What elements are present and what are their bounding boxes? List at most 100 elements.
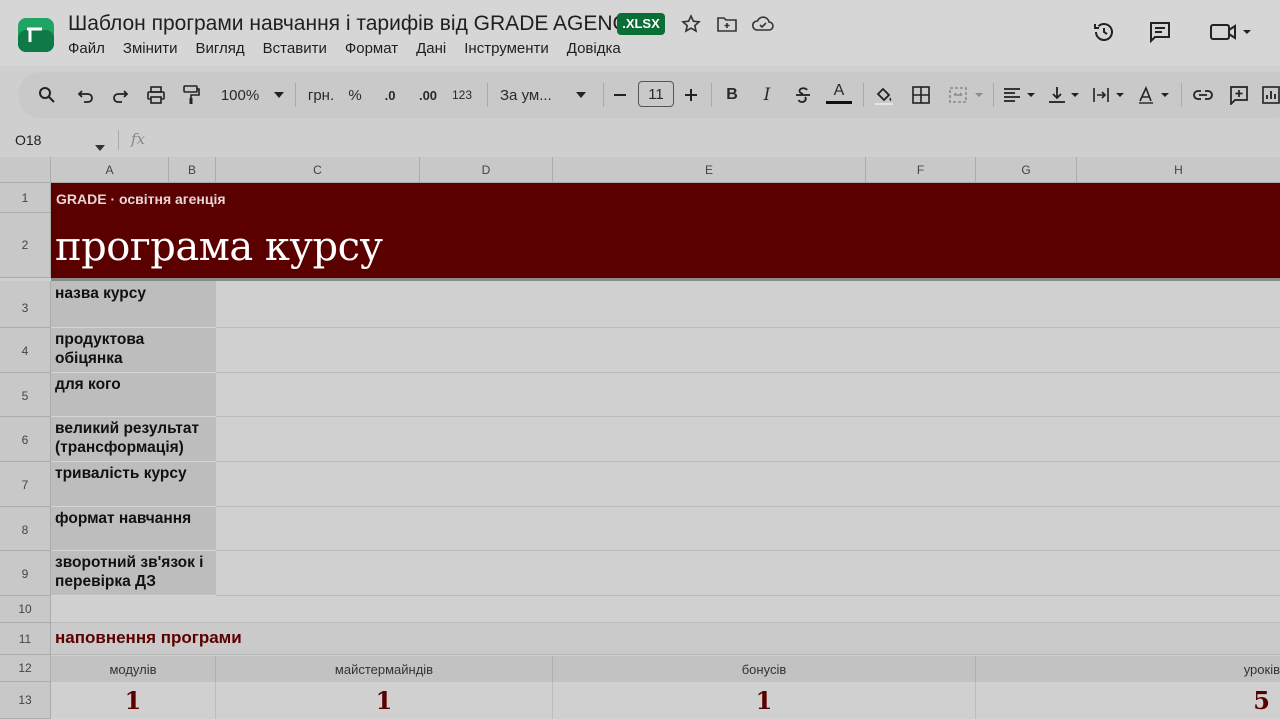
paint-format-icon[interactable]	[180, 84, 202, 106]
move-to-folder-icon[interactable]	[715, 12, 739, 36]
name-box-dropdown-icon[interactable]	[95, 138, 105, 156]
banner-subtitle: GRADE · освітня агенція	[56, 191, 226, 207]
menu-data[interactable]: Дані	[416, 40, 446, 57]
row-header-4[interactable]: 4	[0, 328, 51, 373]
text-color-button[interactable]: A	[826, 81, 852, 105]
row-header-10[interactable]: 10	[0, 596, 51, 623]
value-masterminds[interactable]: 1	[216, 682, 553, 719]
redo-icon[interactable]	[110, 84, 130, 106]
insert-link-icon[interactable]	[1192, 84, 1214, 106]
version-history-icon[interactable]	[1092, 20, 1116, 44]
row-header-8[interactable]: 8	[0, 507, 51, 551]
label-course-duration[interactable]: тривалість курсу	[51, 462, 216, 507]
label-course-name[interactable]: назва курсу	[51, 281, 216, 328]
formula-input[interactable]	[160, 128, 1270, 152]
row-header-13[interactable]: 13	[0, 682, 51, 719]
label-feedback-homework[interactable]: зворотний зв'язок і перевірка ДЗ	[51, 551, 216, 596]
value-course-name[interactable]	[216, 281, 1280, 328]
zoom-select[interactable]: 100%	[217, 84, 263, 106]
sheets-logo-icon[interactable]	[18, 18, 54, 52]
toolbar-divider	[603, 83, 604, 107]
menu-insert[interactable]: Вставити	[263, 40, 327, 57]
decrease-decimal-button[interactable]: .0	[378, 84, 402, 106]
search-menus-icon[interactable]	[36, 84, 58, 106]
select-all-corner[interactable]	[0, 157, 51, 183]
percent-format-button[interactable]: %	[346, 84, 364, 106]
zoom-dropdown-icon[interactable]	[272, 84, 286, 106]
row-header-3[interactable]: 3	[0, 281, 51, 328]
menu-tools[interactable]: Інструменти	[464, 40, 549, 57]
row-header-12[interactable]: 12	[0, 655, 51, 682]
insert-comment-icon[interactable]	[1228, 84, 1250, 106]
file-format-badge: .XLSX	[617, 13, 665, 35]
row-header-6[interactable]: 6	[0, 417, 51, 462]
row-header-2[interactable]: 2	[0, 213, 51, 278]
column-header-d[interactable]: D	[420, 157, 553, 183]
decrease-font-size-icon[interactable]	[612, 84, 628, 106]
bold-button[interactable]: B	[723, 84, 741, 106]
value-big-result[interactable]	[216, 417, 1280, 462]
column-header-g[interactable]: G	[976, 157, 1077, 183]
font-dropdown-icon[interactable]	[574, 84, 588, 106]
document-title[interactable]: Шаблон програми навчання і тарифів від G…	[68, 12, 642, 36]
label-learning-format[interactable]: формат навчання	[51, 507, 216, 551]
value-feedback-homework[interactable]	[216, 551, 1280, 596]
print-icon[interactable]	[145, 84, 167, 106]
empty-row[interactable]	[51, 596, 1280, 623]
row-header-9[interactable]: 9	[0, 551, 51, 596]
value-bonuses[interactable]: 1	[553, 682, 976, 719]
column-header-a[interactable]: A	[51, 157, 169, 183]
borders-icon[interactable]	[910, 84, 932, 106]
strikethrough-icon[interactable]	[792, 84, 814, 106]
label-target-audience[interactable]: для кого	[51, 373, 216, 417]
header-lessons[interactable]: уроків	[976, 656, 1280, 682]
cloud-status-icon[interactable]	[751, 12, 775, 36]
comments-icon[interactable]	[1148, 20, 1172, 44]
header-modules[interactable]: модулів	[51, 656, 216, 682]
column-header-h[interactable]: H	[1077, 157, 1280, 183]
star-icon[interactable]	[679, 12, 703, 36]
value-modules[interactable]: 1	[51, 682, 216, 719]
merge-cells-icon[interactable]	[946, 84, 986, 106]
vertical-align-icon[interactable]	[1046, 84, 1082, 106]
menu-file[interactable]: Файл	[68, 40, 105, 57]
text-color-label: A	[833, 82, 845, 99]
font-select[interactable]: За ум...	[500, 84, 562, 106]
value-lessons[interactable]: 5	[976, 682, 1280, 719]
value-course-duration[interactable]	[216, 462, 1280, 507]
menu-view[interactable]: Вигляд	[196, 40, 245, 57]
meet-icon[interactable]	[1208, 20, 1258, 44]
column-header-e[interactable]: E	[553, 157, 866, 183]
column-header-b[interactable]: B	[169, 157, 216, 183]
menu-edit[interactable]: Змінити	[123, 40, 178, 57]
row-header-1[interactable]: 1	[0, 183, 51, 213]
row-header-11[interactable]: 11	[0, 623, 51, 655]
value-product-promise[interactable]	[216, 328, 1280, 373]
header-bonuses[interactable]: бонусів	[553, 656, 976, 682]
fill-color-icon[interactable]	[873, 84, 895, 106]
column-header-f[interactable]: F	[866, 157, 976, 183]
insert-chart-icon[interactable]	[1262, 84, 1280, 106]
row-header-7[interactable]: 7	[0, 462, 51, 507]
toolbar-divider	[1181, 83, 1182, 107]
row-header-5[interactable]: 5	[0, 373, 51, 417]
increase-decimal-button[interactable]: .00	[414, 84, 442, 106]
column-header-c[interactable]: C	[216, 157, 420, 183]
menu-format[interactable]: Формат	[345, 40, 398, 57]
horizontal-align-icon[interactable]	[1002, 84, 1038, 106]
text-rotation-icon[interactable]	[1136, 84, 1172, 106]
label-big-result[interactable]: великий результат (трансформація)	[51, 417, 216, 462]
undo-icon[interactable]	[76, 84, 96, 106]
label-product-promise[interactable]: продуктова обіцянка	[51, 328, 216, 373]
value-target-audience[interactable]	[216, 373, 1280, 417]
menu-help[interactable]: Довідка	[567, 40, 621, 57]
more-formats-button[interactable]: 123	[450, 84, 474, 106]
name-box[interactable]: O18	[15, 132, 41, 148]
font-size-input[interactable]: 11	[638, 81, 674, 107]
value-learning-format[interactable]	[216, 507, 1280, 551]
currency-format-button[interactable]: грн.	[305, 84, 337, 106]
increase-font-size-icon[interactable]	[683, 84, 699, 106]
header-masterminds[interactable]: майстермайндів	[216, 656, 553, 682]
italic-button[interactable]: I	[758, 84, 776, 106]
text-wrapping-icon[interactable]	[1091, 84, 1127, 106]
